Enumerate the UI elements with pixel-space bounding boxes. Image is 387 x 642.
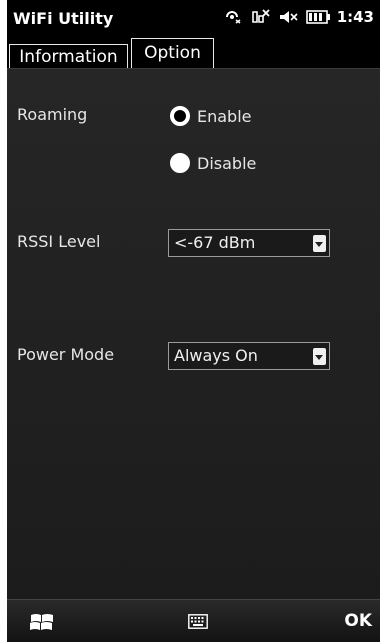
connectivity-icon [221, 8, 243, 26]
status-area[interactable]: 1:43 [221, 8, 374, 26]
rssi-level-select[interactable]: <-67 dBm [168, 229, 330, 257]
ok-button[interactable]: OK [344, 611, 372, 631]
dropdown-arrow-icon[interactable] [313, 235, 326, 252]
tab-strip: Information Option [7, 38, 380, 70]
option-panel: Roaming Enable Disable RSSI Level <-67 d… [7, 68, 380, 600]
rssi-level-value: <-67 dBm [174, 233, 256, 252]
roaming-disable-radio[interactable]: Disable [170, 153, 256, 173]
tab-option[interactable]: Option [131, 38, 214, 70]
battery-icon [305, 9, 331, 25]
roaming-enable-radio[interactable]: Enable [170, 106, 252, 126]
roaming-label: Roaming [17, 105, 88, 124]
signal-off-icon [249, 8, 271, 26]
bottom-menu-bar: OK [7, 599, 380, 642]
app-title: WiFi Utility [13, 9, 114, 28]
dropdown-arrow-icon[interactable] [313, 348, 326, 365]
roaming-disable-label: Disable [197, 153, 257, 173]
windows-start-icon[interactable] [29, 611, 55, 633]
power-mode-label: Power Mode [17, 345, 115, 364]
rssi-level-label: RSSI Level [17, 232, 101, 251]
power-mode-select[interactable]: Always On [168, 342, 330, 370]
radio-selected-indicator [170, 106, 190, 126]
clock: 1:43 [336, 8, 374, 26]
speaker-muted-icon [277, 8, 299, 26]
title-bar: WiFi Utility 1:43 [7, 0, 380, 38]
device-screen: WiFi Utility 1:43 Information Option Roa… [7, 0, 380, 642]
keyboard-icon[interactable] [188, 614, 208, 629]
tab-information[interactable]: Information [9, 44, 128, 70]
roaming-enable-label: Enable [197, 106, 252, 126]
power-mode-value: Always On [174, 346, 258, 365]
radio-unselected-indicator [170, 153, 190, 173]
